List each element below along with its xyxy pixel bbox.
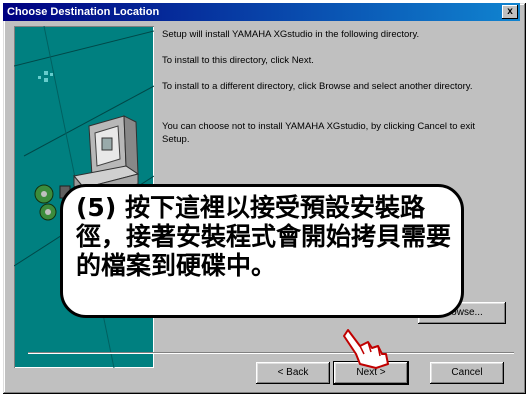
instruction-line: Setup will install YAMAHA XGstudio in th… bbox=[162, 29, 420, 40]
instruction-line: You can choose not to install YAMAHA XGs… bbox=[162, 121, 475, 145]
back-button[interactable]: < Back bbox=[256, 362, 330, 384]
close-icon[interactable]: x bbox=[502, 5, 518, 19]
title-bar: Choose Destination Location x bbox=[3, 3, 520, 21]
instruction-line: To install to a different directory, cli… bbox=[162, 81, 473, 92]
window-title: Choose Destination Location bbox=[7, 6, 160, 18]
callout-text: (5) 按下這裡以接受預設安裝路徑，接著安裝程式會開始拷貝需要的檔案到硬碟中。 bbox=[76, 193, 462, 280]
separator bbox=[28, 352, 514, 354]
pointing-hand-icon bbox=[343, 329, 389, 369]
cancel-button[interactable]: Cancel bbox=[430, 362, 504, 384]
callout-step-number: (5) bbox=[76, 193, 117, 222]
instruction-line: To install to this directory, click Next… bbox=[162, 55, 314, 66]
callout-message: 按下這裡以接受預設安裝路徑，接著安裝程式會開始拷貝需要的檔案到硬碟中。 bbox=[76, 193, 452, 280]
